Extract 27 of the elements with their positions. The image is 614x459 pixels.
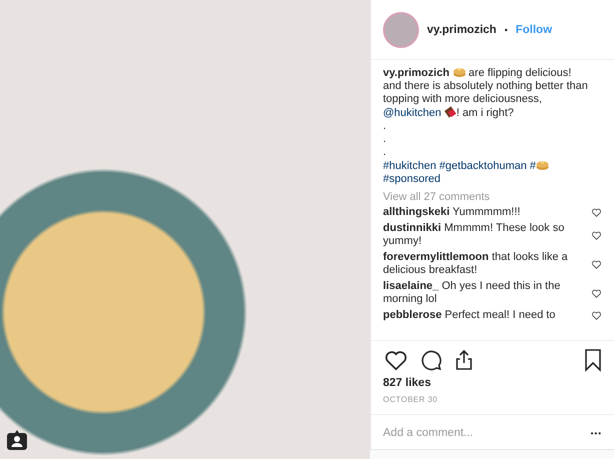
heart-icon[interactable]: [591, 258, 602, 270]
chocolate-icon: [444, 106, 456, 118]
likes-count[interactable]: 827 likes: [371, 375, 614, 393]
username[interactable]: vy.primozich: [427, 24, 496, 36]
mention-link[interactable]: @hukitchen: [383, 107, 442, 119]
comment-text: forevermylittlemoon that looks like a delicious breakfast!: [383, 251, 569, 277]
hashtag-link[interactable]: #sponsored: [383, 173, 440, 185]
heart-icon[interactable]: [591, 310, 602, 321]
comment-text: pebblerose Perfect meal! I need to: [383, 309, 556, 322]
hashtag-link[interactable]: #: [530, 160, 536, 172]
heart-icon[interactable]: [591, 288, 602, 298]
post-date: OCTOBER 30: [371, 393, 614, 415]
caption-text: vy.primozich are flipping delicious! and there is absolutely nothing better than topping with more deliciousness, @hukitchen ! am i right? . . . #hukitchen #getbacktohuman # #sponsored: [383, 66, 589, 186]
comment-text: dustinnikki Mmmmm! These look so yummy!: [383, 222, 566, 248]
hashtag-link[interactable]: #hukitchen: [383, 160, 436, 172]
heart-icon[interactable]: [591, 207, 602, 218]
hashtag-link[interactable]: #getbacktohuman: [439, 160, 527, 172]
pancake-icon: [452, 66, 466, 78]
pancake-icon: [536, 159, 549, 171]
share-icon[interactable]: [453, 348, 475, 372]
more-options-button[interactable]: •••: [590, 428, 602, 438]
comment-text: allthingskeki Yummmmm!!!: [383, 206, 520, 219]
comment-bubble-icon[interactable]: [419, 348, 443, 372]
bookmark-icon[interactable]: [584, 348, 602, 372]
person-tag-icon[interactable]: [7, 430, 27, 450]
separator-dot: •: [504, 24, 508, 34]
heart-icon[interactable]: [591, 230, 602, 240]
